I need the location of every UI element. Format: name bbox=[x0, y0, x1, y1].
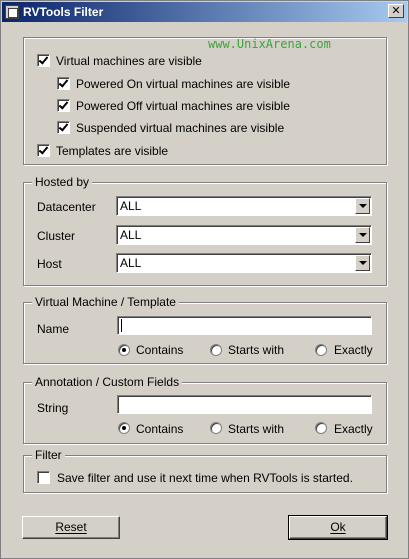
vm-template-legend: Virtual Machine / Template bbox=[32, 295, 179, 309]
vm-exactly-label: Exactly bbox=[334, 343, 373, 357]
save-filter-checkbox[interactable] bbox=[37, 471, 50, 484]
name-label: Name bbox=[37, 322, 70, 336]
vm-starts-with-label: Starts with bbox=[228, 343, 285, 357]
vm-contains-label: Contains bbox=[136, 343, 184, 357]
vm-visible-label: Virtual machines are visible bbox=[56, 54, 202, 68]
host-label: Host bbox=[37, 257, 62, 271]
save-filter-label: Save filter and use it next time when RV… bbox=[57, 471, 353, 485]
filter-legend: Filter bbox=[32, 448, 65, 462]
chevron-down-icon[interactable] bbox=[355, 198, 370, 214]
ok-button[interactable]: Ok bbox=[288, 515, 388, 540]
reset-button[interactable]: Reset bbox=[22, 516, 120, 539]
datacenter-label: Datacenter bbox=[37, 200, 96, 214]
powered-on-label: Powered On virtual machines are visible bbox=[76, 77, 291, 91]
cluster-label: Cluster bbox=[37, 229, 76, 243]
rvtools-filter-window: RVTools Filter ✕ www.UnixArena.com Virtu… bbox=[0, 0, 409, 559]
annotation-exactly-radio[interactable] bbox=[315, 422, 327, 434]
annotation-starts-with-label: Starts with bbox=[228, 422, 285, 436]
ok-button-label: Ok bbox=[330, 520, 346, 534]
host-select[interactable]: ALL bbox=[116, 253, 372, 273]
vm-visible-checkbox[interactable] bbox=[37, 54, 50, 67]
annotation-contains-radio[interactable] bbox=[118, 422, 130, 434]
string-label: String bbox=[37, 401, 69, 415]
templates-checkbox[interactable] bbox=[37, 144, 50, 157]
title-bar: RVTools Filter ✕ bbox=[2, 2, 407, 22]
cluster-select[interactable]: ALL bbox=[116, 225, 372, 245]
powered-on-checkbox[interactable] bbox=[57, 77, 70, 90]
name-input[interactable] bbox=[117, 316, 372, 335]
hosted-by-legend: Hosted by bbox=[32, 175, 93, 189]
chevron-down-icon[interactable] bbox=[355, 227, 370, 243]
vm-starts-with-radio[interactable] bbox=[210, 344, 222, 356]
chevron-down-icon[interactable] bbox=[355, 255, 370, 271]
datacenter-select[interactable]: ALL bbox=[116, 196, 372, 216]
powered-off-label: Powered Off virtual machines are visible bbox=[76, 99, 290, 113]
annotation-starts-with-radio[interactable] bbox=[210, 422, 222, 434]
vm-exactly-radio[interactable] bbox=[315, 344, 327, 356]
reset-button-label: Reset bbox=[55, 520, 87, 534]
window-title: RVTools Filter bbox=[23, 5, 104, 19]
text-caret bbox=[121, 319, 122, 332]
suspended-checkbox[interactable] bbox=[57, 121, 70, 134]
cluster-value: ALL bbox=[120, 228, 142, 242]
string-input[interactable] bbox=[117, 395, 372, 414]
annotation-contains-label: Contains bbox=[136, 422, 184, 436]
vm-contains-radio[interactable] bbox=[118, 344, 130, 356]
annotation-legend: Annotation / Custom Fields bbox=[32, 375, 183, 389]
host-value: ALL bbox=[120, 256, 142, 270]
datacenter-value: ALL bbox=[120, 199, 142, 213]
watermark-text: www.UnixArena.com bbox=[208, 37, 331, 51]
templates-label: Templates are visible bbox=[56, 144, 169, 158]
suspended-label: Suspended virtual machines are visible bbox=[76, 121, 285, 135]
close-button[interactable]: ✕ bbox=[388, 4, 404, 18]
powered-off-checkbox[interactable] bbox=[57, 99, 70, 112]
annotation-exactly-label: Exactly bbox=[334, 422, 373, 436]
window-icon bbox=[5, 5, 19, 19]
